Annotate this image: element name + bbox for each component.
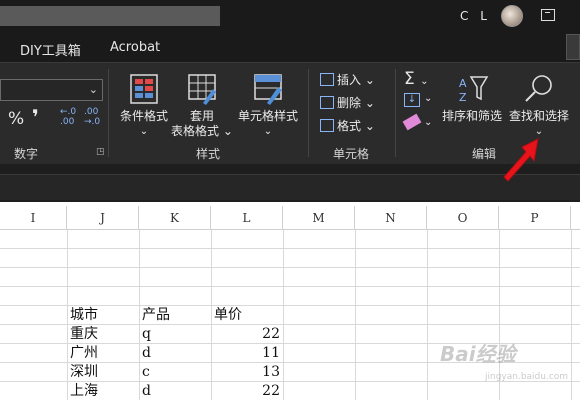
column-header-p[interactable]: P — [499, 206, 571, 230]
group-separator — [108, 69, 109, 157]
column-header-j[interactable]: J — [67, 206, 139, 230]
cell-styles-label: 单元格样式 — [237, 109, 298, 123]
table-header-product[interactable]: 产品 — [142, 306, 170, 324]
table-cell-product[interactable]: c — [142, 363, 150, 381]
user-initials[interactable]: C L — [460, 9, 491, 23]
column-header-m[interactable]: M — [283, 206, 355, 230]
format-as-table-label-2-text: 表格格式 — [171, 124, 220, 138]
format-label: 格式 — [337, 119, 362, 133]
increase-decimal-button[interactable]: ←.0 .00 — [60, 107, 78, 127]
avatar[interactable] — [501, 5, 523, 27]
insert-cells-button[interactable]: 插入 ⌄ — [320, 71, 375, 88]
decrease-decimal-button[interactable]: .00 →.0 — [84, 107, 102, 127]
window-title-redacted — [0, 6, 220, 26]
table-cell-product[interactable]: d — [142, 344, 151, 362]
table-cell-city[interactable]: 广州 — [70, 344, 98, 362]
grid-line — [283, 230, 284, 400]
table-cell-price[interactable]: 22 — [214, 325, 280, 343]
delete-cells-icon — [320, 96, 334, 109]
group-separator — [308, 69, 309, 157]
column-header-k[interactable]: K — [139, 206, 211, 230]
column-header-n[interactable]: N — [355, 206, 427, 230]
grid-line — [355, 230, 356, 400]
table-cell-product[interactable]: d — [142, 382, 151, 400]
table-cell-price[interactable]: 13 — [214, 363, 280, 381]
column-header-o[interactable]: O — [427, 206, 499, 230]
baidu-watermark-url: jingyan.baidu.com — [485, 372, 569, 382]
insert-label: 插入 — [337, 73, 362, 87]
svg-text:Z: Z — [459, 91, 467, 104]
table-cell-price[interactable]: 11 — [214, 344, 280, 362]
ribbon-display-options-icon[interactable] — [541, 9, 555, 21]
table-header-city[interactable]: 城市 — [70, 306, 98, 324]
table-cell-price[interactable]: 22 — [214, 382, 280, 400]
chevron-down-icon: ⌄ — [263, 126, 273, 137]
conditional-format-button[interactable]: 条件格式 ⌄ — [116, 73, 172, 139]
sort-filter-label: 排序和筛选 — [441, 109, 502, 123]
grid-line — [427, 230, 428, 400]
number-format-dropdown[interactable]: ⌄ — [0, 79, 103, 101]
baidu-watermark: Bai经验 — [440, 342, 516, 366]
grid-line — [211, 230, 212, 400]
grid-line — [571, 230, 572, 400]
chevron-down-icon: ⌄ — [424, 93, 433, 104]
cell-styles-button[interactable]: 单元格样式 ⌄ — [235, 73, 301, 139]
chevron-down-icon: ⌄ — [139, 126, 149, 137]
ribbon-tab-bar: DIY工具箱 Acrobat — [0, 34, 580, 62]
chevron-down-icon: ⌄ — [88, 83, 98, 96]
magnifier-icon — [525, 75, 552, 102]
group-label-cells: 单元格 — [333, 147, 370, 161]
group-separator — [395, 69, 396, 157]
formula-input[interactable] — [0, 174, 580, 200]
grid-line — [0, 248, 580, 249]
sort-filter-icon: A Z — [459, 76, 489, 104]
formula-bar — [0, 164, 580, 202]
group-label-editing: 编辑 — [472, 147, 497, 161]
table-cell-product[interactable]: q — [142, 325, 151, 343]
format-as-table-label-2: 表格格式 ⌄ — [171, 124, 233, 138]
column-header-i[interactable]: I — [0, 206, 67, 230]
svg-text:A: A — [459, 77, 467, 90]
conditional-format-icon — [130, 74, 158, 104]
tab-overflow-button[interactable] — [566, 34, 580, 60]
percent-style-button[interactable]: % — [8, 109, 24, 129]
format-as-table-button[interactable]: 套用 表格格式 ⌄ — [170, 73, 234, 139]
fill-down-icon[interactable]: ↓ — [404, 93, 420, 107]
column-headers: I J K L M N O P — [0, 206, 580, 230]
delete-label: 删除 — [337, 96, 362, 110]
sort-filter-button[interactable]: A Z 排序和筛选 — [440, 73, 504, 124]
group-label-number: 数字 — [14, 147, 39, 161]
group-label-styles: 样式 — [196, 147, 221, 161]
table-cell-city[interactable]: 上海 — [70, 382, 98, 400]
insert-cells-icon — [320, 73, 334, 86]
cell-styles-icon — [254, 74, 282, 105]
grid-line — [67, 230, 68, 400]
table-cell-city[interactable]: 重庆 — [70, 325, 98, 343]
table-cell-city[interactable]: 深圳 — [70, 363, 98, 381]
grid-line — [0, 286, 580, 287]
format-cells-button[interactable]: 格式 ⌄ — [320, 117, 375, 134]
find-select-label: 查找和选择 — [508, 109, 569, 123]
autosum-button[interactable]: Σ ⌄ — [404, 69, 429, 89]
table-header-price[interactable]: 单价 — [214, 306, 242, 324]
comma-style-button[interactable]: ❜ — [32, 105, 39, 129]
format-as-table-label-1: 套用 — [189, 109, 214, 123]
find-select-button[interactable]: 查找和选择 ⌄ — [504, 73, 574, 139]
chevron-down-icon: ⌄ — [424, 117, 433, 128]
clear-eraser-icon[interactable] — [402, 113, 422, 131]
red-arrow-annotation — [503, 138, 539, 182]
format-cells-icon — [320, 119, 334, 132]
delete-cells-button[interactable]: 删除 ⌄ — [320, 94, 375, 111]
grid-line — [139, 230, 140, 400]
column-header-l[interactable]: L — [211, 206, 283, 230]
format-as-table-icon — [188, 74, 216, 105]
conditional-format-label: 条件格式 — [119, 109, 168, 123]
dialog-launcher-icon[interactable]: ◳ — [96, 147, 105, 157]
ribbon: ⌄ % ❜ ←.0 .00 .00 →.0 数字 ◳ 条件格式 ⌄ 套用 表格格… — [0, 62, 580, 164]
tab-acrobat[interactable]: Acrobat — [110, 40, 160, 55]
title-bar: C L — [0, 0, 580, 34]
grid-line — [0, 267, 580, 268]
tab-diy-toolbox[interactable]: DIY工具箱 — [20, 40, 81, 59]
